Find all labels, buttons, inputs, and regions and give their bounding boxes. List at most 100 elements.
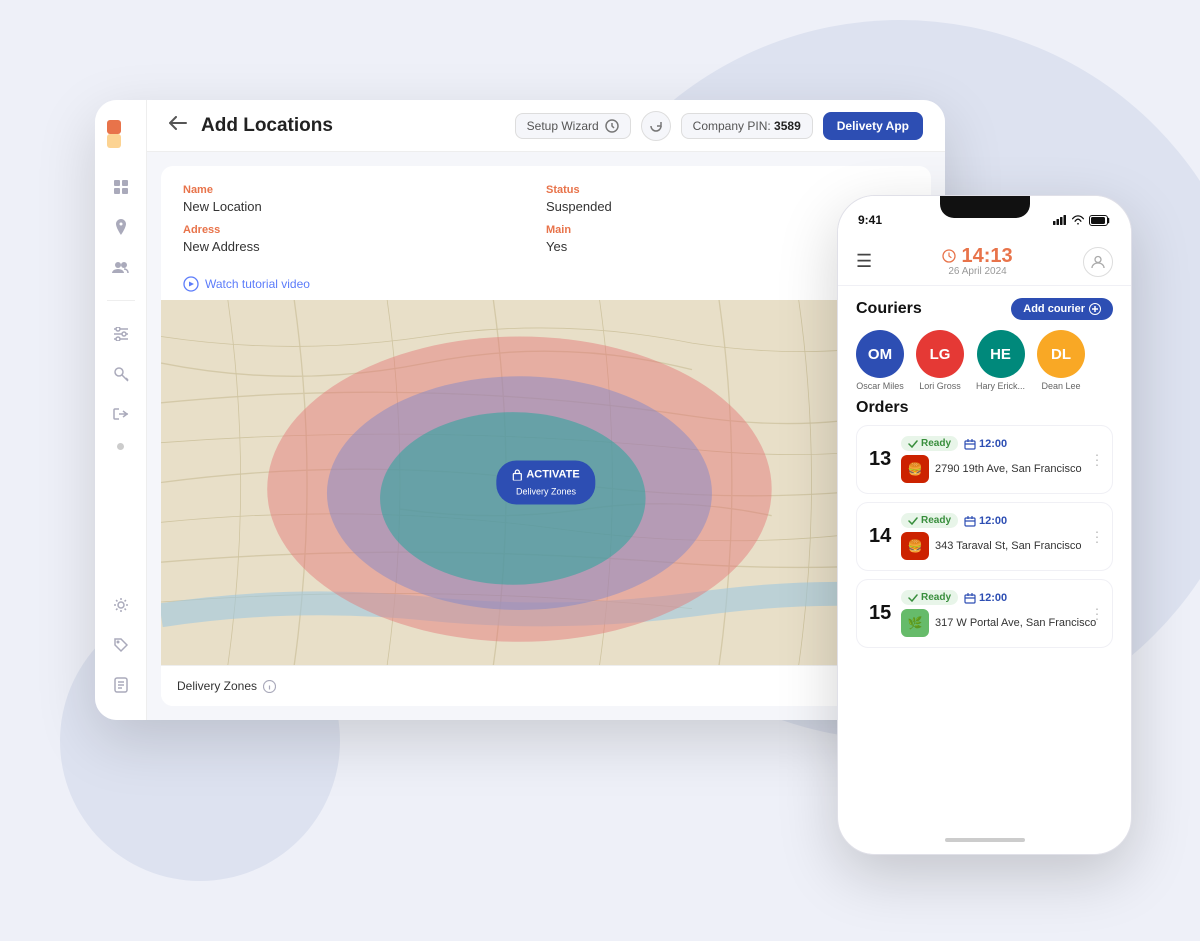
phone-status-icons [1053,215,1111,226]
order-number-15: 15 [869,602,893,625]
delivery-app-button[interactable]: Delivety App [823,112,923,140]
courier-avatar-dl: DL [1037,330,1085,378]
order-bottom-13: 🍔 2790 19th Ave, San Francisco [901,455,1100,483]
phone-status-time: 9:41 [858,213,882,227]
order-badges-13: Ready 12:00 [901,436,1100,451]
courier-item[interactable]: OM Oscar Miles [856,330,904,391]
order-bottom-15: 🌿 317 W Portal Ave, San Francisco [901,609,1100,637]
activate-delivery-zones-button[interactable]: ACTIVATE Delivery Zones [496,460,595,505]
order-address-15: 317 W Portal Ave, San Francisco [935,617,1096,629]
home-indicator [945,838,1025,842]
couriers-list: OM Oscar Miles LG Lori Gross HE Hary Eri… [856,330,1113,391]
phone-date: 26 April 2024 [942,266,1012,277]
orders-section: Orders 13 Ready 12:00 🍔 2790 19th [838,399,1131,826]
order-icon-13: 🍔 [901,455,929,483]
order-card-13[interactable]: 13 Ready 12:00 🍔 2790 19th Ave, San Fran… [856,425,1113,494]
tablet-content: Name New Location Status Suspended Adres… [161,166,931,706]
ready-label-14: Ready [921,515,951,526]
phone-time-big: 14:13 [961,246,1012,266]
back-button[interactable] [169,116,187,135]
sidebar-divider [107,300,135,301]
name-value: New Location [183,199,546,214]
ready-badge-13: Ready [901,436,958,451]
phone-header: ☰ 14:13 26 April 2024 [838,236,1131,286]
address-label: Adress [183,224,546,236]
sidebar-bottom [104,588,138,702]
sidebar-icon-people[interactable] [104,250,138,284]
time-badge-15: 12:00 [964,592,1007,604]
header-actions: Setup Wizard Company PIN: 3589 Delivety … [515,111,923,141]
ready-badge-15: Ready [901,590,958,605]
sidebar-dot [117,443,124,450]
order-more-14[interactable]: ⋮ [1090,528,1104,545]
order-badges-14: Ready 12:00 [901,513,1100,528]
tablet-main: Add Locations Setup Wizard Company PIN: … [147,100,945,720]
tutorial-label: Watch tutorial video [205,277,310,291]
setup-wizard-button[interactable]: Setup Wizard [515,113,631,139]
order-badges-15: Ready 12:00 [901,590,1100,605]
courier-name-om: Oscar Miles [856,381,904,391]
battery-icon [1089,215,1111,226]
pin-label: Company PIN: [693,119,771,133]
order-more-13[interactable]: ⋮ [1090,451,1104,468]
order-card-14[interactable]: 14 Ready 12:00 🍔 343 Taraval St, San Fra… [856,502,1113,571]
app-logo [105,118,137,150]
courier-avatar-lg: LG [916,330,964,378]
courier-item-lg[interactable]: LG Lori Gross [916,330,964,391]
refresh-button[interactable] [641,111,671,141]
signal-icon [1053,215,1067,225]
order-card-15[interactable]: 15 Ready 12:00 🌿 317 W Portal Ave, San F… [856,579,1113,648]
user-avatar[interactable] [1083,247,1113,277]
ready-label-15: Ready [921,592,951,603]
sidebar-icon-tag[interactable] [104,628,138,662]
couriers-title: Couriers [856,300,922,318]
time-label-15: 12:00 [979,592,1007,604]
sidebar-icon-exit[interactable] [104,397,138,431]
courier-item-dl[interactable]: DL Dean Lee [1037,330,1085,391]
time-label-13: 12:00 [979,438,1007,450]
couriers-section: Couriers Add courier OM Oscar Miles LG L… [838,286,1131,399]
order-address-13: 2790 19th Ave, San Francisco [935,463,1082,475]
delivery-zones-label: Delivery Zones [177,679,276,693]
phone-bottom-bar [838,826,1131,854]
sidebar-icon-grid[interactable] [104,170,138,204]
address-field: Adress New Address [183,224,546,264]
courier-item-he[interactable]: HE Hary Erick... [976,330,1025,391]
orders-title: Orders [856,399,1113,417]
wifi-icon [1071,215,1085,225]
page-title: Add Locations [201,115,501,137]
courier-avatar-om: OM [856,330,904,378]
pin-value: 3589 [774,119,801,133]
sidebar-icon-book[interactable] [104,668,138,702]
name-label: Name [183,184,546,196]
phone-notch [940,196,1030,218]
sidebar [95,100,147,720]
ready-badge-14: Ready [901,513,958,528]
order-info-15: Ready 12:00 🌿 317 W Portal Ave, San Fran… [901,590,1100,637]
phone: 9:41 ☰ [837,195,1132,855]
delivery-zones-bar: Delivery Zones Add [161,665,931,706]
add-courier-label: Add courier [1023,303,1085,315]
time-badge-13: 12:00 [964,438,1007,450]
courier-name-he: Hary Erick... [976,381,1025,391]
order-more-15[interactable]: ⋮ [1090,605,1104,622]
order-number-13: 13 [869,448,893,471]
courier-name-lg: Lori Gross [919,381,961,391]
order-info-14: Ready 12:00 🍔 343 Taraval St, San Franci… [901,513,1100,560]
sidebar-icon-key[interactable] [104,357,138,391]
status-label: Status [546,184,909,196]
add-courier-button[interactable]: Add courier [1011,298,1113,320]
sidebar-icon-location[interactable] [104,210,138,244]
hamburger-menu[interactable]: ☰ [856,251,872,272]
map-area: ACTIVATE Delivery Zones [161,300,931,665]
form-section: Name New Location Status Suspended Adres… [161,166,931,274]
name-field: Name New Location [183,184,546,224]
order-address-14: 343 Taraval St, San Francisco [935,540,1082,552]
sidebar-icon-sliders[interactable] [104,317,138,351]
sidebar-icon-settings[interactable] [104,588,138,622]
delivery-zones-text: Delivery Zones [177,679,257,693]
ready-label-13: Ready [921,438,951,449]
courier-name-dl: Dean Lee [1041,381,1080,391]
watch-tutorial-link[interactable]: Watch tutorial video [161,274,931,300]
time-badge-14: 12:00 [964,515,1007,527]
